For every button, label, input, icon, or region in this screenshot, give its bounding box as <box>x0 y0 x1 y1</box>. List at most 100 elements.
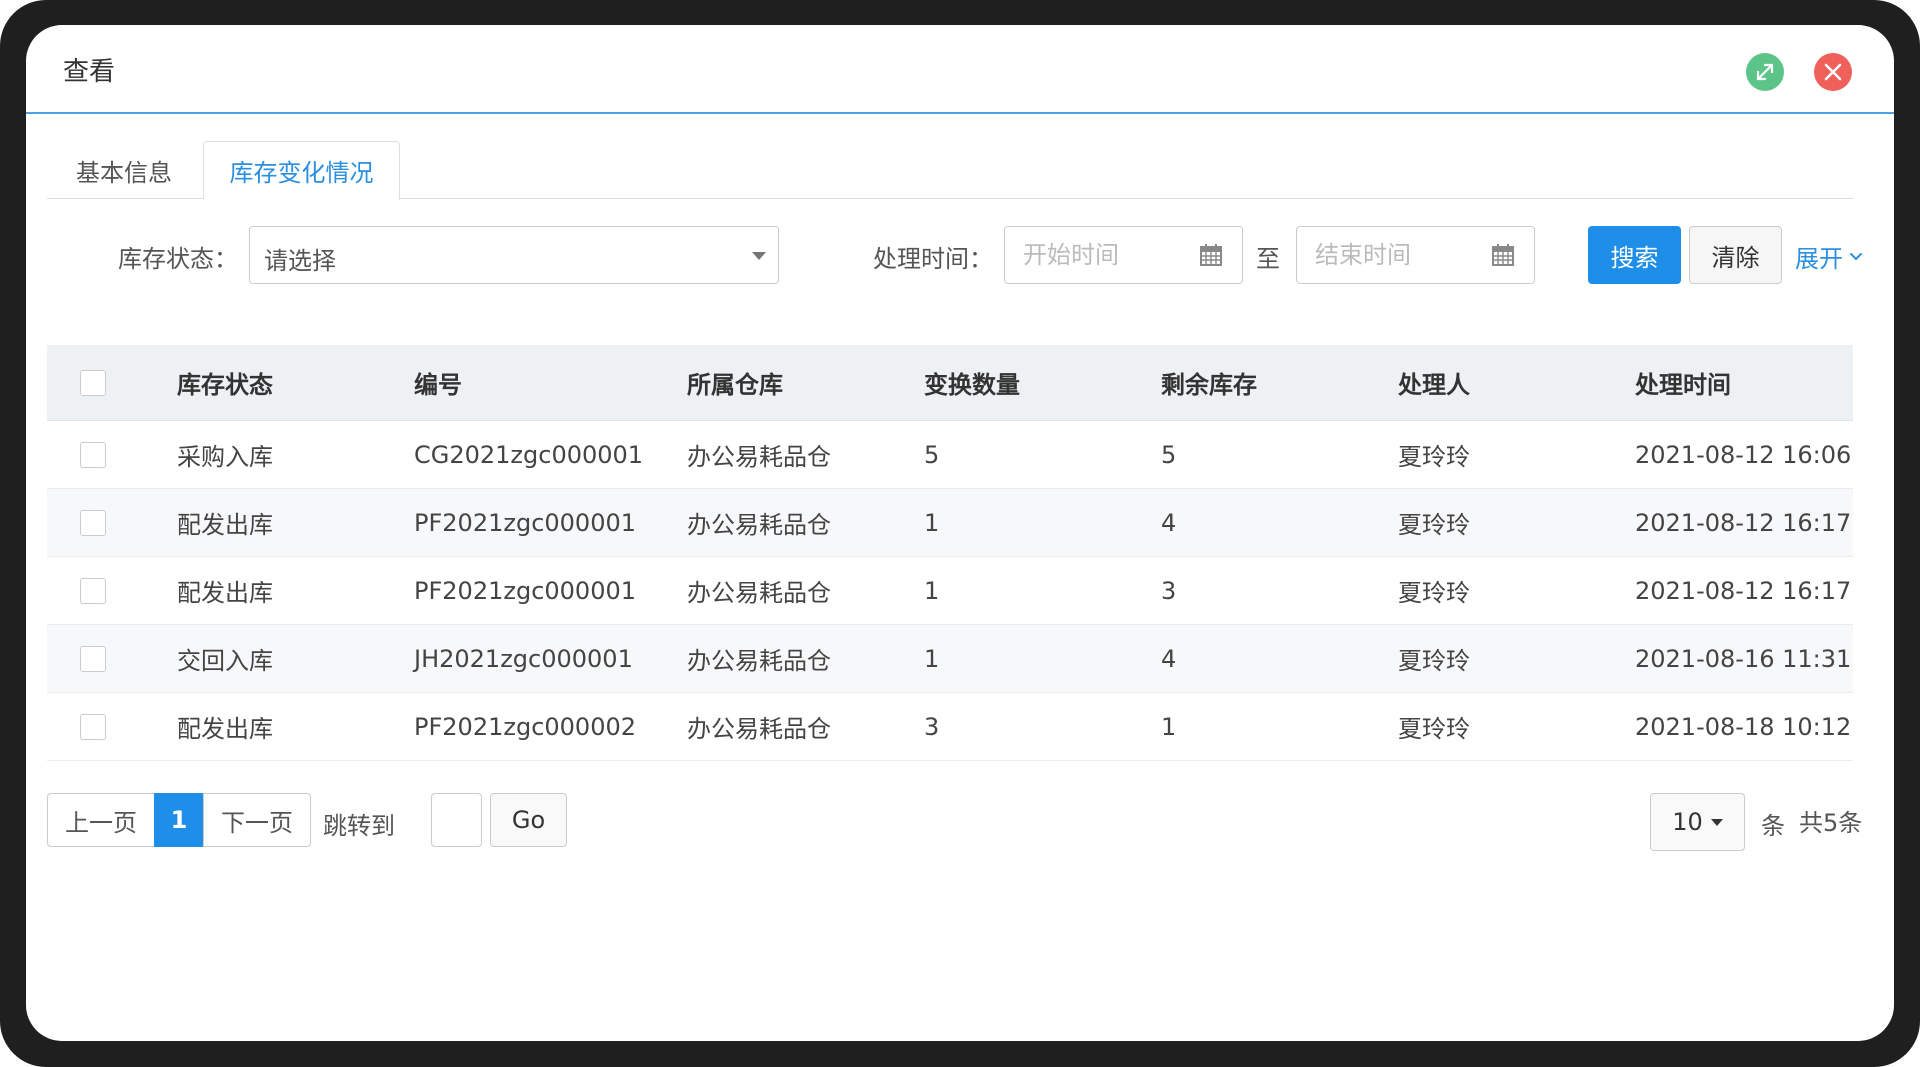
page-size-select[interactable]: 10 <box>1650 793 1745 851</box>
time-filter-label: 处理时间： <box>873 245 993 273</box>
cell-code: JH2021zgc000001 <box>414 644 633 673</box>
cell-code: CG2021zgc000001 <box>414 440 644 469</box>
cell-code: PF2021zgc000001 <box>414 576 636 605</box>
tab-stock-changes[interactable]: 库存变化情况 <box>203 141 400 200</box>
cell-handle-time: 2021-08-12 16:17 <box>1635 508 1852 537</box>
cell-handle-time: 2021-08-18 10:12 <box>1635 712 1852 741</box>
close-x-icon <box>1824 63 1842 81</box>
next-page-button[interactable]: 下一页 <box>203 793 311 847</box>
cell-handle-time: 2021-08-16 11:31 <box>1635 644 1852 673</box>
calendar-icon[interactable] <box>1200 244 1222 266</box>
table-header-row: 库存状态 编号 所属仓库 变换数量 剩余库存 处理人 处理时间 <box>47 345 1853 421</box>
cell-warehouse: 办公易耗品仓 <box>687 443 831 471</box>
dialog-title: 查看 <box>63 57 116 87</box>
table-row[interactable]: 配发出库 PF2021zgc000002 办公易耗品仓 3 1 夏玲玲 2021… <box>47 693 1853 761</box>
table-row[interactable]: 配发出库 PF2021zgc000001 办公易耗品仓 1 3 夏玲玲 2021… <box>47 557 1853 625</box>
status-filter-label: 库存状态： <box>118 245 238 273</box>
calendar-icon[interactable] <box>1492 244 1514 266</box>
row-checkbox[interactable] <box>80 441 106 468</box>
cell-handler: 夏玲玲 <box>1398 715 1470 743</box>
row-checkbox[interactable] <box>80 713 106 740</box>
cell-stock-status: 交回入库 <box>177 647 273 675</box>
row-select-cell <box>80 693 106 760</box>
tab-basic-info[interactable]: 基本信息 <box>47 141 201 199</box>
view-dialog: 查看 基本信息 库存变化情况 库存状态： 请选择 处理时间： 开始时间 至 结束… <box>26 25 1894 1041</box>
header-handler[interactable]: 处理人 <box>1398 345 1470 420</box>
page-1-button[interactable]: 1 <box>154 793 204 847</box>
row-checkbox[interactable] <box>80 645 106 672</box>
header-remaining-stock[interactable]: 剩余库存 <box>1161 345 1257 420</box>
cell-warehouse: 办公易耗品仓 <box>687 715 831 743</box>
tab-bar: 基本信息 库存变化情况 <box>47 141 1853 200</box>
cell-code: PF2021zgc000002 <box>414 712 636 741</box>
prev-page-button[interactable]: 上一页 <box>47 793 155 847</box>
row-select-cell <box>80 489 106 556</box>
end-date-picker <box>1296 226 1535 284</box>
row-select-cell <box>80 557 106 624</box>
chevron-down-icon <box>1850 252 1862 260</box>
search-button[interactable]: 搜索 <box>1588 226 1681 284</box>
cell-warehouse: 办公易耗品仓 <box>687 579 831 607</box>
caret-down-icon <box>752 252 766 260</box>
clear-button[interactable]: 清除 <box>1689 226 1782 284</box>
cell-stock-status: 配发出库 <box>177 511 273 539</box>
end-date-input[interactable] <box>1297 227 1487 283</box>
close-button[interactable] <box>1814 53 1852 91</box>
cell-warehouse: 办公易耗品仓 <box>687 511 831 539</box>
header-change-qty[interactable]: 变换数量 <box>924 345 1020 420</box>
cell-handle-time: 2021-08-12 16:06 <box>1635 440 1852 469</box>
cell-change-qty: 1 <box>924 508 940 537</box>
cell-warehouse: 办公易耗品仓 <box>687 647 831 675</box>
row-select-cell <box>80 625 106 692</box>
expand-arrows-icon <box>1756 63 1774 81</box>
row-checkbox[interactable] <box>80 509 106 536</box>
header-code[interactable]: 编号 <box>414 345 462 420</box>
jump-to-label: 跳转到 <box>323 812 395 840</box>
table-row[interactable]: 配发出库 PF2021zgc000001 办公易耗品仓 1 4 夏玲玲 2021… <box>47 489 1853 557</box>
select-all-checkbox[interactable] <box>80 369 106 396</box>
start-date-picker <box>1004 226 1243 284</box>
cell-change-qty: 5 <box>924 440 940 469</box>
caret-down-icon <box>1710 818 1723 826</box>
cell-stock-status: 配发出库 <box>177 715 273 743</box>
expand-filters-link[interactable]: 展开 <box>1795 239 1863 274</box>
cell-code: PF2021zgc000001 <box>414 508 636 537</box>
status-select[interactable]: 请选择 <box>249 226 779 284</box>
cell-remaining-stock: 4 <box>1161 644 1177 673</box>
stock-change-table: 库存状态 编号 所属仓库 变换数量 剩余库存 处理人 处理时间 采购入库 CG2… <box>47 345 1853 761</box>
cell-remaining-stock: 4 <box>1161 508 1177 537</box>
header-warehouse[interactable]: 所属仓库 <box>687 345 783 420</box>
cell-remaining-stock: 5 <box>1161 440 1177 469</box>
header-handle-time[interactable]: 处理时间 <box>1635 345 1731 420</box>
cell-handler: 夏玲玲 <box>1398 511 1470 539</box>
cell-stock-status: 采购入库 <box>177 443 273 471</box>
date-range-separator: 至 <box>1256 245 1280 273</box>
page-size-unit: 条 <box>1761 812 1785 840</box>
cell-change-qty: 1 <box>924 644 940 673</box>
row-select-cell <box>80 421 106 488</box>
status-select-value: 请选择 <box>264 247 336 275</box>
jump-page-input[interactable] <box>431 793 482 847</box>
cell-remaining-stock: 3 <box>1161 576 1177 605</box>
start-date-input[interactable] <box>1005 227 1195 283</box>
total-count: 共5条 <box>1799 809 1863 837</box>
select-all-cell <box>80 345 106 420</box>
go-button[interactable]: Go <box>490 793 567 847</box>
cell-handle-time: 2021-08-12 16:17 <box>1635 576 1852 605</box>
cell-change-qty: 1 <box>924 576 940 605</box>
expand-filters-label: 展开 <box>1795 245 1843 273</box>
table-row[interactable]: 交回入库 JH2021zgc000001 办公易耗品仓 1 4 夏玲玲 2021… <box>47 625 1853 693</box>
maximize-button[interactable] <box>1746 53 1784 91</box>
dialog-header: 查看 <box>26 25 1894 114</box>
row-checkbox[interactable] <box>80 577 106 604</box>
cell-change-qty: 3 <box>924 712 940 741</box>
cell-handler: 夏玲玲 <box>1398 443 1470 471</box>
cell-handler: 夏玲玲 <box>1398 647 1470 675</box>
cell-handler: 夏玲玲 <box>1398 579 1470 607</box>
table-row[interactable]: 采购入库 CG2021zgc000001 办公易耗品仓 5 5 夏玲玲 2021… <box>47 421 1853 489</box>
device-frame: 查看 基本信息 库存变化情况 库存状态： 请选择 处理时间： 开始时间 至 结束… <box>0 0 1920 1067</box>
page-size-value: 10 <box>1672 808 1703 836</box>
header-stock-status[interactable]: 库存状态 <box>177 345 273 420</box>
cell-stock-status: 配发出库 <box>177 579 273 607</box>
cell-remaining-stock: 1 <box>1161 712 1177 741</box>
